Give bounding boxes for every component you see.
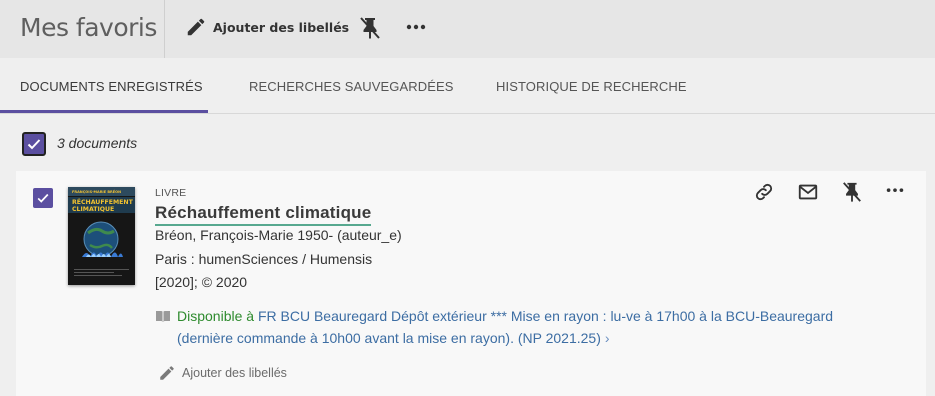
document-publisher: Paris : humenSciences / Humensis <box>155 251 373 267</box>
page-header: Mes favoris Ajouter des libellés <box>0 0 935 58</box>
pencil-icon <box>187 18 205 36</box>
svg-text:RÉCHAUFFEMENT: RÉCHAUFFEMENT <box>72 197 134 206</box>
header-divider <box>164 0 165 58</box>
link-icon <box>755 183 773 201</box>
item-add-labels-label: Ajouter des libellés <box>182 366 287 380</box>
more-icon <box>886 188 904 192</box>
document-count: 3 documents <box>57 135 138 151</box>
document-title-link[interactable]: Réchauffement climatique <box>155 203 372 226</box>
result-card: FRANÇOIS-MARIE BRÉON RÉCHAUFFEMENT CLIMA… <box>16 171 926 396</box>
availability-location: FR BCU Beauregard Dépôt extérieur *** Mi… <box>177 308 834 346</box>
item-unpin-button[interactable] <box>839 179 865 205</box>
book-open-icon <box>156 311 170 322</box>
tab-search-history[interactable]: HISTORIQUE DE RECHERCHE <box>496 79 687 94</box>
tab-saved-searches[interactable]: RECHERCHES SAUVEGARDÉES <box>249 79 454 94</box>
unpin-button[interactable] <box>358 15 382 41</box>
pencil-icon <box>160 366 174 380</box>
add-labels-label: Ajouter des libellés <box>213 19 350 35</box>
select-all-checkbox[interactable] <box>22 132 46 156</box>
availability-link[interactable]: Disponible à FR BCU Beauregard Dépôt ext… <box>177 305 877 349</box>
item-checkbox[interactable] <box>33 188 53 208</box>
active-tab-indicator <box>0 110 208 113</box>
permalink-button[interactable] <box>751 179 777 205</box>
checkmark-icon <box>37 193 49 203</box>
book-cover-image: FRANÇOIS-MARIE BRÉON RÉCHAUFFEMENT CLIMA… <box>68 187 135 285</box>
checkmark-icon <box>27 139 41 150</box>
email-button[interactable] <box>795 179 821 205</box>
add-labels-button[interactable]: Ajouter des libellés <box>185 15 349 39</box>
unpin-icon <box>843 182 861 203</box>
svg-text:FRANÇOIS-MARIE BRÉON: FRANÇOIS-MARIE BRÉON <box>72 189 121 194</box>
more-options-button[interactable] <box>404 17 428 37</box>
item-more-button[interactable] <box>882 179 908 205</box>
document-type: LIVRE <box>155 187 187 199</box>
item-add-labels-button[interactable]: Ajouter des libellés <box>158 364 287 382</box>
mail-icon <box>798 184 818 200</box>
unpin-icon <box>360 17 380 39</box>
document-author: Bréon, François-Marie 1950- (auteur_e) <box>155 227 402 243</box>
more-icon <box>406 24 426 30</box>
availability-status: Disponible à <box>177 308 255 324</box>
page-title: Mes favoris <box>20 13 157 42</box>
svg-text:CLIMATIQUE: CLIMATIQUE <box>72 206 114 213</box>
document-date: [2020]; © 2020 <box>155 274 248 290</box>
tab-bar: DOCUMENTS ENREGISTRÉS RECHERCHES SAUVEGA… <box>0 58 935 114</box>
chevron-right-icon: › <box>604 330 610 346</box>
tab-saved-documents[interactable]: DOCUMENTS ENREGISTRÉS <box>20 79 203 94</box>
book-cover-thumbnail[interactable]: FRANÇOIS-MARIE BRÉON RÉCHAUFFEMENT CLIMA… <box>68 187 135 285</box>
